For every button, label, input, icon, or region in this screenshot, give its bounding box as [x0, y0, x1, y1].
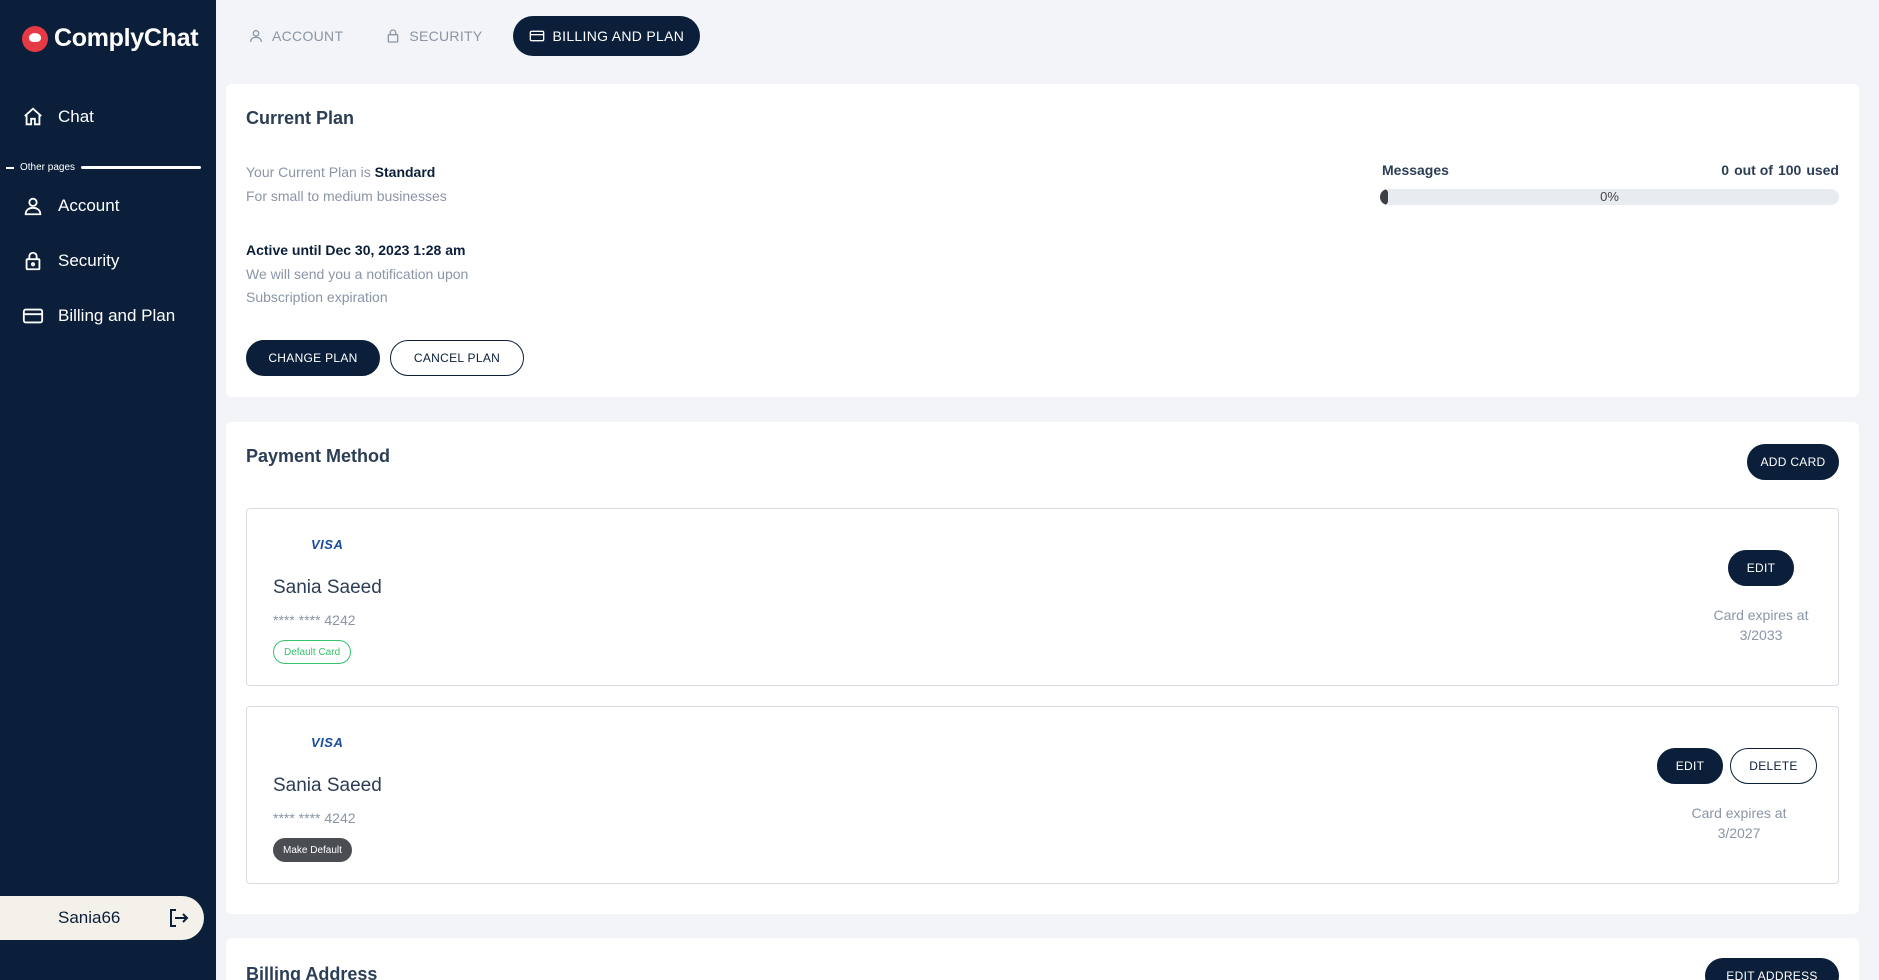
payment-card: VISA Sania Saeed **** **** 4242 Default … [246, 508, 1839, 686]
usage-label: Messages [1382, 162, 1449, 178]
change-plan-button[interactable]: CHANGE PLAN [246, 340, 380, 376]
tab-label: SECURITY [409, 28, 483, 44]
card-expiry: Card expires at 3/2033 [1691, 605, 1831, 645]
lock-icon [25, 251, 41, 271]
plan-name: Standard [374, 164, 436, 180]
sidebar-item-chat[interactable]: Chat [22, 106, 94, 128]
usage-progress-bar: 0% [1380, 189, 1839, 205]
default-card-badge: Default Card [273, 640, 352, 664]
plan-description: For small to medium businesses [246, 188, 447, 204]
sidebar-item-label: Billing and Plan [58, 306, 176, 325]
sidebar-item-label: Security [58, 251, 120, 270]
sidebar-item-billing[interactable]: Billing and Plan [22, 305, 175, 327]
card-number: **** **** 4242 [273, 810, 356, 826]
brand-name: ComplyChat [54, 24, 199, 52]
expires-label: Card expires at [1691, 805, 1787, 821]
section-title: Billing Address [246, 964, 378, 980]
usage-percent: 0% [1600, 189, 1619, 204]
usage-out-of: out of [1734, 162, 1773, 178]
plan-summary: Your Current Plan is Standard [246, 164, 435, 180]
logout-icon[interactable] [166, 906, 190, 930]
card-expiry: Card expires at 3/2027 [1669, 803, 1809, 843]
edit-card-button[interactable]: EDIT [1728, 550, 1794, 586]
sidebar-item-label: Chat [58, 107, 94, 126]
tab-label: BILLING AND PLAN [552, 28, 685, 44]
sidebar: ComplyChat Chat Other pages Account Secu… [0, 0, 216, 980]
add-card-button[interactable]: ADD CARD [1747, 444, 1839, 480]
make-default-button[interactable]: Make Default [273, 838, 352, 862]
username: Sania66 [58, 908, 121, 927]
notify-line-1: We will send you a notification upon [246, 266, 469, 282]
card-holder: Sania Saeed [273, 577, 382, 598]
section-title: Current Plan [246, 108, 355, 128]
user-icon [24, 197, 42, 216]
delete-card-button[interactable]: DELETE [1730, 748, 1817, 784]
tab-account[interactable]: ACCOUNT [236, 16, 355, 56]
edit-card-button[interactable]: EDIT [1657, 748, 1723, 784]
payment-card: VISA Sania Saeed **** **** 4242 Make Def… [246, 706, 1839, 884]
expires-date: 3/2027 [1717, 825, 1761, 841]
edit-address-button[interactable]: EDIT ADDRESS [1705, 958, 1839, 980]
usage-count: 0 out of 100 used [1721, 162, 1839, 178]
current-plan-card: Current Plan Your Current Plan is Standa… [226, 84, 1859, 397]
user-icon [250, 30, 262, 43]
notify-line-2: Subscription expiration [246, 289, 388, 305]
section-title: Payment Method [246, 446, 391, 466]
lock-icon [387, 29, 399, 43]
user-pill: Sania66 [0, 896, 204, 940]
settings-tabs: ACCOUNT SECURITY BILLING AND PLAN [236, 16, 701, 56]
sidebar-item-security[interactable]: Security [22, 250, 119, 272]
visa-logo-icon: VISA [311, 735, 344, 750]
brand[interactable]: ComplyChat [22, 24, 199, 53]
tab-billing-and-plan[interactable]: BILLING AND PLAN [512, 16, 701, 56]
billing-address-card: Billing Address EDIT ADDRESS [226, 938, 1859, 980]
credit-card-icon [529, 30, 544, 42]
visa-logo-icon: VISA [311, 537, 344, 552]
expires-date: 3/2033 [1739, 627, 1783, 643]
active-until: Active until Dec 30, 2023 1:28 am [246, 242, 466, 258]
home-icon [24, 107, 42, 126]
cancel-plan-button[interactable]: CANCEL PLAN [390, 340, 524, 376]
expires-label: Card expires at [1713, 607, 1809, 623]
tab-label: ACCOUNT [272, 28, 344, 44]
sidebar-item-label: Account [58, 196, 120, 215]
credit-card-icon [22, 308, 44, 324]
nav-separator: Other pages [6, 162, 201, 173]
usage-total: 100 [1777, 162, 1802, 178]
card-holder: Sania Saeed [273, 775, 382, 796]
usage-used: 0 [1721, 162, 1730, 178]
usage-used-label: used [1806, 162, 1839, 178]
tab-security[interactable]: SECURITY [373, 16, 494, 56]
separator-label: Other pages [20, 162, 76, 173]
sidebar-item-account[interactable]: Account [22, 195, 119, 217]
payment-method-card: Payment Method ADD CARD VISA Sania Saeed… [226, 422, 1859, 914]
plan-prefix: Your Current Plan is [246, 164, 375, 180]
card-number: **** **** 4242 [273, 612, 356, 628]
chat-logo-icon [22, 25, 48, 52]
